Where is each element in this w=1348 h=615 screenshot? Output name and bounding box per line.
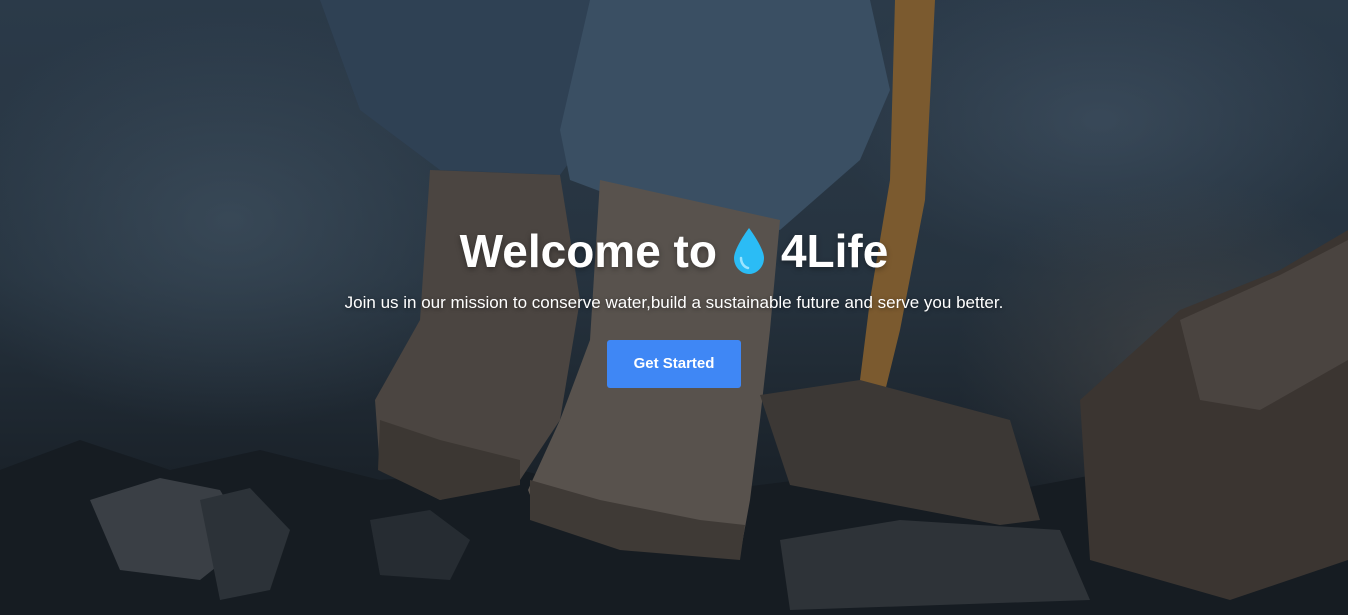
hero-subtitle: Join us in our mission to conserve water…: [344, 293, 1004, 312]
hero-title: Welcome to 4Life: [460, 222, 889, 280]
get-started-button[interactable]: Get Started: [607, 340, 741, 388]
hero-section: Welcome to 4Life Join us in our mission …: [0, 0, 1348, 615]
title-brand: 4Life: [780, 225, 889, 277]
water-drop-icon: [733, 228, 764, 274]
title-prefix: Welcome to: [459, 225, 717, 277]
hero-content: Welcome to 4Life Join us in our mission …: [0, 222, 1348, 388]
